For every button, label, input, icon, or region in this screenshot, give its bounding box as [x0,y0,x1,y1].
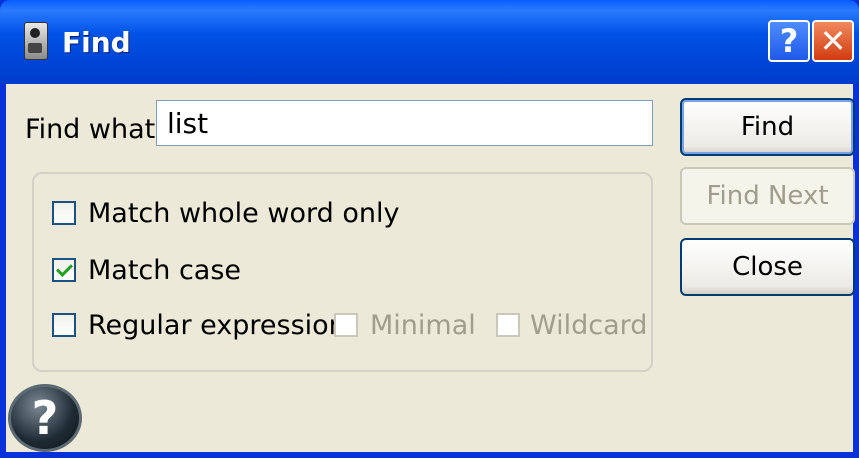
regular-expression-checkbox[interactable] [52,313,76,337]
wildcard-checkbox[interactable] [496,313,520,337]
match-whole-word-label[interactable]: Match whole word only [88,198,399,229]
close-button[interactable]: Close [680,238,855,296]
match-case-checkbox[interactable] [52,258,76,282]
find-button[interactable]: Find [680,98,855,156]
find-dialog: Find ? ✕ Find what: list Match whole wor… [0,0,859,458]
match-whole-word-checkbox[interactable] [52,201,76,225]
minimal-checkbox[interactable] [334,313,358,337]
help-circle-icon[interactable]: ? [8,384,82,452]
regular-expression-label[interactable]: Regular expression [88,310,346,341]
title-bar[interactable]: Find ? ✕ [0,0,859,84]
find-what-input[interactable]: list [156,100,653,146]
app-icon [24,22,48,60]
window-bottom-border [0,452,859,458]
window-title: Find [62,26,131,59]
match-case-label[interactable]: Match case [88,255,241,286]
title-close-button[interactable]: ✕ [812,20,854,62]
minimal-label: Minimal [370,310,476,341]
find-what-label: Find what: [25,114,165,145]
find-next-button[interactable]: Find Next [680,167,855,225]
wildcard-label: Wildcard [530,310,648,341]
title-help-button[interactable]: ? [768,20,810,62]
